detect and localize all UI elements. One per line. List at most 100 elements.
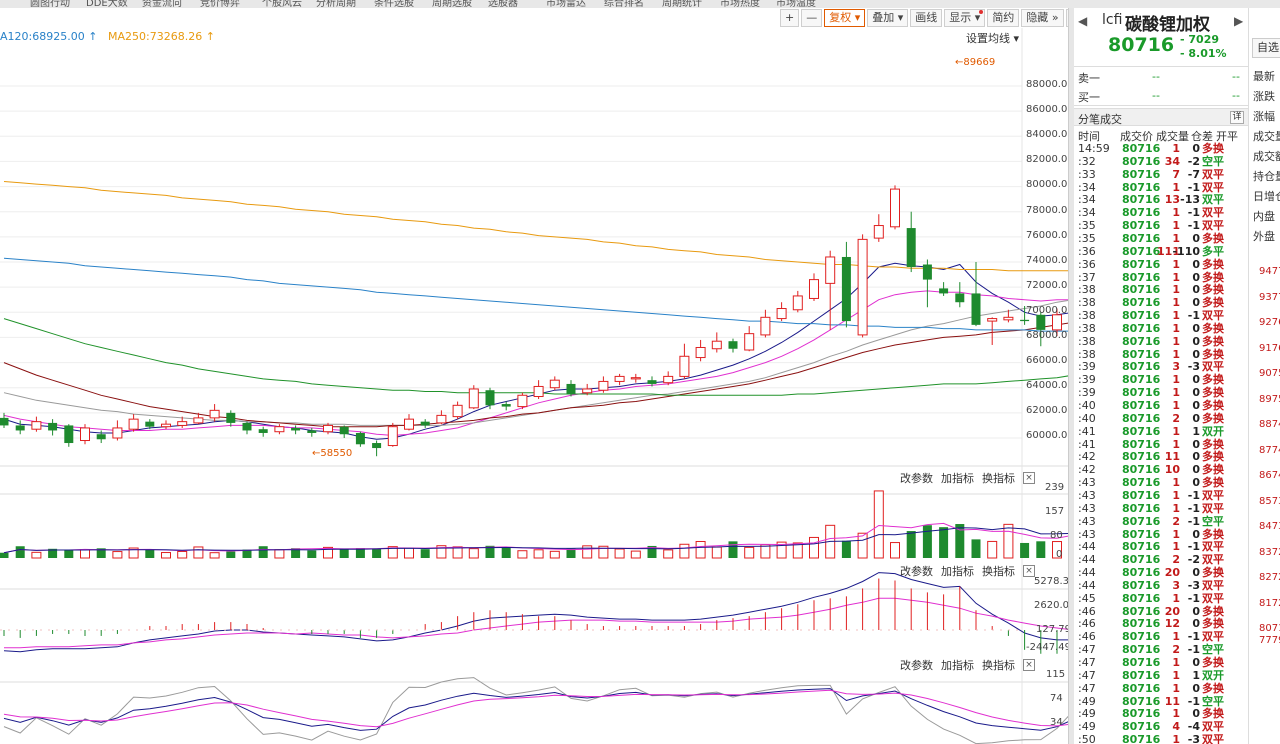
tick-price: 80716 xyxy=(1122,540,1161,554)
candle-body xyxy=(404,418,414,430)
volume-bar xyxy=(906,531,916,558)
tick-type: 双平 xyxy=(1202,591,1224,605)
info-label: 成交额 xyxy=(1253,150,1280,163)
tick-volume: 34 xyxy=(1164,154,1180,168)
chevron-down-icon: ▾ xyxy=(897,11,904,24)
top-menu-item[interactable]: 市场温度 xyxy=(776,0,816,8)
tick-price: 80716 xyxy=(1122,411,1161,425)
display-button[interactable]: 显示 ▾ xyxy=(944,9,986,27)
tick-time: :32 xyxy=(1078,154,1096,168)
top-menu-item[interactable]: DDE大数 xyxy=(86,0,128,8)
tick-type: 多换 xyxy=(1202,681,1224,695)
tick-price: 80716 xyxy=(1122,591,1161,605)
arrow-up-icon: ↑ xyxy=(84,30,98,43)
ticks-detail-button[interactable]: 详 xyxy=(1230,111,1244,124)
switch-indicator-button[interactable]: 换指标 xyxy=(982,563,1015,579)
close-icon[interactable]: × xyxy=(1023,659,1035,671)
tick-volume: 1 xyxy=(1172,180,1180,194)
top-menu-item[interactable]: 个股风云 xyxy=(262,0,302,8)
ask1-volume: -- xyxy=(1232,70,1240,83)
tick-volume: 1 xyxy=(1172,707,1180,721)
hide-button[interactable]: 隐藏 » xyxy=(1021,9,1064,27)
top-menu-item[interactable]: 资金流向 xyxy=(142,0,182,8)
tick-row: :43 80716 2 -1 空平 xyxy=(1074,515,1248,528)
tick-time: :50 xyxy=(1078,733,1096,744)
top-menu-item[interactable]: 市场热度 xyxy=(720,0,760,8)
tick-type: 多换 xyxy=(1202,617,1224,631)
tick-time: :42 xyxy=(1078,450,1096,464)
set-ma-button[interactable]: 设置均线 ▾ xyxy=(966,30,1019,46)
tick-oi-change: 0 xyxy=(1192,270,1200,284)
top-menu-item[interactable]: 周期统计 xyxy=(662,0,702,8)
volume-bar xyxy=(987,540,998,559)
tick-volume: 1 xyxy=(1172,527,1180,541)
zoom-out-button[interactable]: — xyxy=(801,9,823,27)
overlay-button[interactable]: 叠加 ▾ xyxy=(867,9,909,27)
tick-oi-change: -1 xyxy=(1187,643,1200,657)
tick-volume: 1 xyxy=(1172,334,1180,348)
top-menu-item[interactable]: 选股器 xyxy=(488,0,518,8)
top-menu-item[interactable]: 市场雷达 xyxy=(546,0,586,8)
top-menu-item[interactable]: 分析周期 xyxy=(316,0,356,8)
candle-body xyxy=(420,421,430,426)
candle-body xyxy=(258,429,268,433)
tick-time: :37 xyxy=(1078,270,1096,284)
fuquan-button[interactable]: 复权 ▾ xyxy=(824,9,866,27)
vol-axis-label: 157 xyxy=(1045,506,1065,517)
tick-type: 多换 xyxy=(1202,257,1224,271)
tick-row: :40 80716 2 0 多换 xyxy=(1074,412,1248,425)
tick-price: 80716 xyxy=(1122,142,1161,155)
info-label: 最新 xyxy=(1253,70,1275,83)
tick-oi-change: -3 xyxy=(1187,578,1200,592)
tick-oi-change: 0 xyxy=(1192,450,1200,464)
candle-body xyxy=(161,423,171,428)
modify-params-button[interactable]: 改参数 xyxy=(900,657,933,673)
tick-time: :38 xyxy=(1078,296,1096,310)
tick-volume: 1 xyxy=(1172,386,1180,400)
info-label: 涨幅 xyxy=(1253,110,1275,123)
tick-price: 80716 xyxy=(1122,733,1161,744)
switch-indicator-button[interactable]: 换指标 xyxy=(982,657,1015,673)
watchlist-button[interactable]: 自选 xyxy=(1252,38,1280,58)
close-icon[interactable]: × xyxy=(1023,472,1035,484)
tick-time: :43 xyxy=(1078,488,1096,502)
top-menu-item[interactable]: 综合排名 xyxy=(604,0,644,8)
next-arrow-icon[interactable]: ▶ xyxy=(1234,14,1243,28)
info-label: 日增仓 xyxy=(1253,190,1280,203)
tick-type: 多换 xyxy=(1202,231,1224,245)
tick-oi-change: 0 xyxy=(1192,437,1200,451)
tick-time: :43 xyxy=(1078,514,1096,528)
tick-volume: 1 xyxy=(1172,206,1180,220)
tick-time: :46 xyxy=(1078,630,1096,644)
modify-params-button[interactable]: 改参数 xyxy=(900,470,933,486)
add-indicator-button[interactable]: 加指标 xyxy=(941,470,974,486)
zoom-in-button[interactable]: + xyxy=(780,9,800,27)
top-menu-item[interactable]: 周期选股 xyxy=(432,0,472,8)
tick-price: 80716 xyxy=(1122,283,1161,297)
top-menu-item[interactable]: 圆图行动 xyxy=(30,0,70,8)
draw-line-button[interactable]: 画线 xyxy=(910,9,943,27)
add-indicator-button[interactable]: 加指标 xyxy=(941,657,974,673)
top-menu-item[interactable]: 竞价博弈 xyxy=(200,0,240,8)
tick-row: :39 80716 3 -3 双平 xyxy=(1074,360,1248,373)
tick-type: 双平 xyxy=(1202,501,1224,515)
volume-bar xyxy=(971,539,981,558)
info-label: 外盘 xyxy=(1253,230,1275,243)
add-indicator-button[interactable]: 加指标 xyxy=(941,563,974,579)
prev-arrow-icon[interactable]: ◀ xyxy=(1078,14,1087,28)
simple-mode-button[interactable]: 简约 xyxy=(987,9,1020,27)
chart-canvas[interactable] xyxy=(0,28,1068,744)
top-menu-item[interactable]: 条件选股 xyxy=(374,0,414,8)
tick-type: 多换 xyxy=(1202,566,1224,580)
switch-indicator-button[interactable]: 换指标 xyxy=(982,470,1015,486)
tick-row: :40 80716 1 0 多换 xyxy=(1074,399,1248,412)
tick-oi-change: 0 xyxy=(1192,617,1200,631)
bid1-price: -- xyxy=(1152,89,1160,102)
modify-params-button[interactable]: 改参数 xyxy=(900,563,933,579)
arrow-up-icon: ↑ xyxy=(202,30,215,43)
tick-price: 80716 xyxy=(1122,463,1161,477)
tick-time: :43 xyxy=(1078,527,1096,541)
tick-oi-change: -1 xyxy=(1187,694,1200,708)
ladder-price: 8272 xyxy=(1259,572,1280,583)
tick-volume: 13 xyxy=(1164,193,1180,207)
